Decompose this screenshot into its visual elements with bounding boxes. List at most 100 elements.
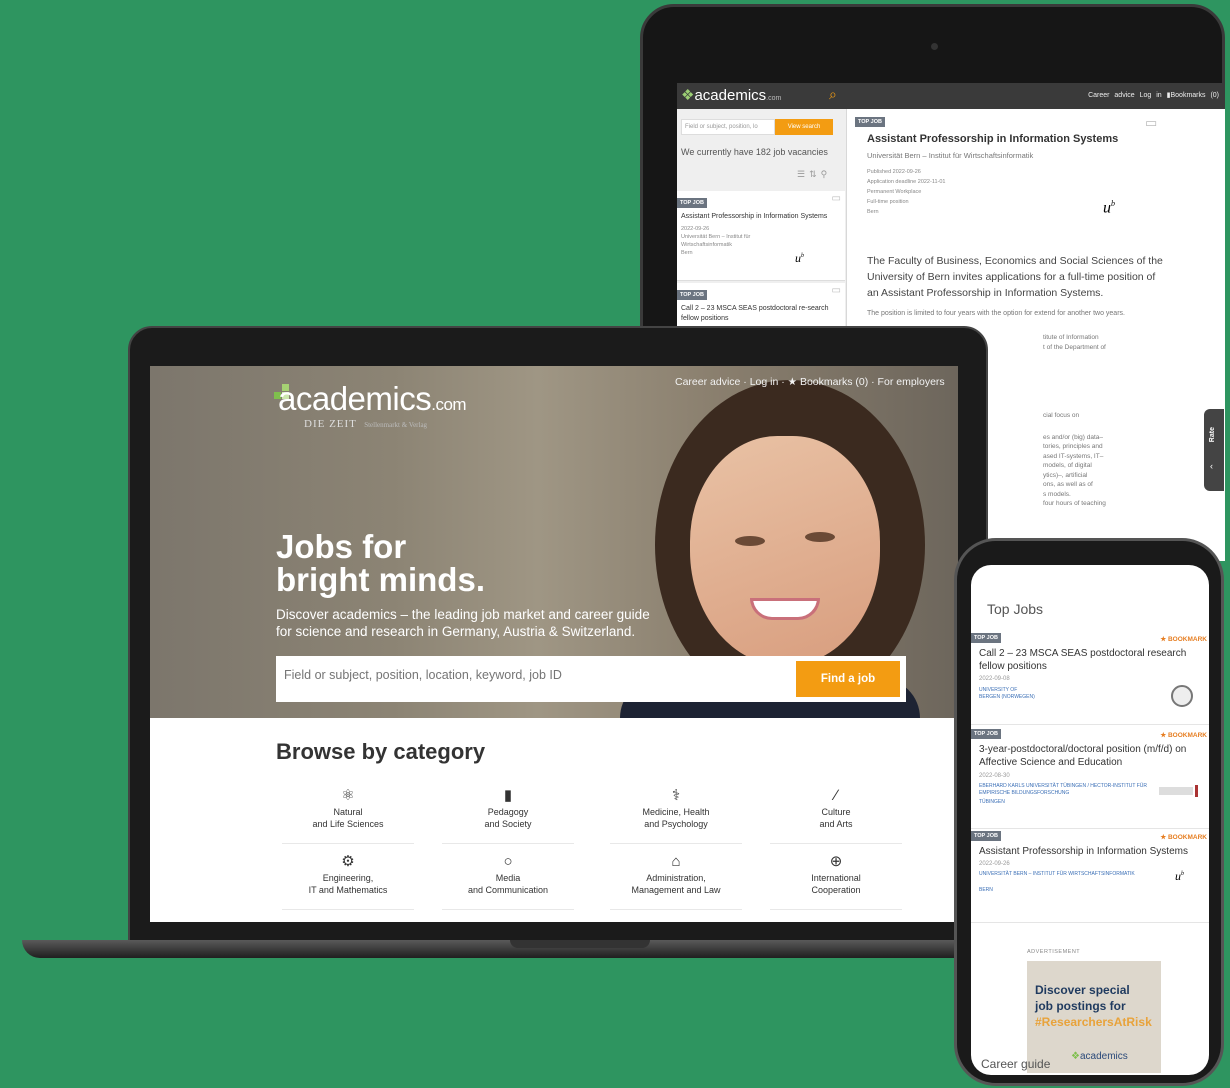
bookmark-icon[interactable]: ▭ (832, 285, 841, 296)
location: Bern (867, 209, 879, 215)
top-job-tag: TOP JOB (971, 729, 1001, 739)
rate-label: Rate (1209, 427, 1216, 443)
job-title: 3-year-postdoctoral/doctoral position (m… (979, 744, 1187, 768)
job-text-fragment: titute of Information t of the Departmen… (1043, 334, 1106, 351)
search-icon[interactable]: ⌕ (829, 86, 837, 103)
list-item[interactable]: TOP JOB ▭ Assistant Professorship in Inf… (677, 191, 845, 281)
hero-photo-face (690, 436, 880, 666)
phone-screen: Top Jobs TOP JOB ★ BOOKMARK Call 2 – 23 … (971, 565, 1209, 1075)
bookmark-icon[interactable]: ▭ (1145, 115, 1157, 131)
top-job-tag: TOP JOB (971, 633, 1001, 643)
brush-icon: ∕ (834, 787, 838, 804)
hero-photo-eye (805, 532, 835, 542)
category-medicine-health[interactable]: ⚕ Medicine, Health and Psychology (610, 786, 742, 844)
hero-banner: academics.com DIE ZEIT Stellenmarkt & Ve… (150, 366, 958, 718)
category-engineering-it[interactable]: ⚙ Engineering, IT and Mathematics (282, 852, 414, 910)
laptop-hinge-notch (510, 940, 650, 948)
bookmark-link[interactable]: ★ BOOKMARK (1160, 833, 1207, 841)
hero-photo-smile (750, 598, 820, 620)
university-logo: ub (1175, 869, 1184, 883)
category-pedagogy-society[interactable]: ▮ Pedagogy and Society (442, 786, 574, 844)
job-date: 2022-08-30 (979, 773, 1010, 779)
list-item[interactable]: TOP JOB ★ BOOKMARK Assistant Professorsh… (971, 829, 1209, 923)
site-logo[interactable]: academics.com (278, 380, 467, 418)
job-location: BERN (979, 887, 993, 893)
tablet-nav: Career advice Log in ▮Bookmarks (0) (1088, 91, 1219, 99)
job-organisation: UNIVERSITY OF BERGEN (NORWEGEN) (979, 687, 1035, 700)
category-natural-life-sciences[interactable]: ⚛ Natural and Life Sciences (282, 786, 414, 844)
institution-icon: ⌂ (671, 853, 681, 870)
view-search-button[interactable]: View search (775, 119, 833, 135)
published-date: Published 2022-09-26 (867, 169, 921, 175)
category-media-communication[interactable]: ○ Media and Communication (442, 852, 574, 910)
job-title: Call 2 – 23 MSCA SEAS postdoctoral resea… (979, 648, 1187, 672)
job-date: 2022-09-08 (979, 676, 1010, 682)
tablet-search-input[interactable]: Field or subject, position, lo (681, 119, 775, 135)
vacancy-count: We currently have 182 job vacancies (681, 147, 828, 157)
laptop-screen: academics.com DIE ZEIT Stellenmarkt & Ve… (150, 366, 958, 922)
job-date: 2022-09-26 (979, 861, 1010, 867)
find-job-button[interactable]: Find a job (796, 661, 900, 697)
sort-filter-icons[interactable]: ☰⇅⚲ (797, 169, 831, 180)
category-administration-law[interactable]: ⌂ Administration, Management and Law (610, 852, 742, 910)
top-job-tag: TOP JOB (677, 198, 707, 208)
hero-photo-eye (735, 536, 765, 546)
chevron-left-icon: ‹ (1210, 461, 1213, 471)
list-item-org: Universität Bern – Institut für Wirtscha… (681, 234, 751, 248)
job-location: TÜBINGEN (979, 799, 1005, 805)
rate-tab[interactable]: Rate ‹ (1204, 409, 1224, 491)
job-organisation: UNIVERSITÄT BERN – INSTITUT FÜR WIRTSCHA… (979, 871, 1135, 877)
top-job-tag: TOP JOB (855, 117, 885, 127)
top-job-tag: TOP JOB (677, 290, 707, 300)
ad-logo: ❖academics (1071, 1051, 1128, 1062)
top-job-tag: TOP JOB (971, 831, 1001, 841)
university-logo (1159, 787, 1193, 795)
nav-login[interactable]: Log in (1140, 92, 1162, 99)
laptop-device: academics.com DIE ZEIT Stellenmarkt & Ve… (22, 326, 1042, 958)
phone-device: Top Jobs TOP JOB ★ BOOKMARK Call 2 – 23 … (954, 538, 1224, 1086)
globe-icon: ⊕ (829, 853, 843, 870)
hero-subheadline: Discover academics – the leading job mar… (276, 607, 650, 639)
browse-heading: Browse by category (276, 739, 486, 764)
hero-headline: Jobs for bright minds. (276, 528, 485, 598)
list-item-location: Bern (681, 250, 693, 256)
workplace: Permanent Workplace (867, 189, 922, 195)
atom-icon: ⚛ (341, 787, 355, 804)
university-logo-mark (1195, 785, 1198, 797)
advertisement-label: ADVERTISEMENT (1027, 949, 1081, 955)
speech-bubble-icon: ○ (503, 853, 513, 870)
top-jobs-heading: Top Jobs (987, 601, 1044, 617)
tablet-logo[interactable]: ❖academics.com (681, 86, 781, 104)
application-deadline: Application deadline 2022-11-01 (867, 179, 946, 185)
list-item-date: 2022-09-26 (681, 226, 710, 232)
category-culture-arts[interactable]: ∕ Culture and Arts (770, 786, 902, 844)
zeit-logo: DIE ZEIT Stellenmarkt & Verlag (304, 418, 428, 430)
job-title: Assistant Professorship in Information S… (867, 133, 1119, 145)
career-guide-heading[interactable]: Career guide (981, 1057, 1050, 1071)
book-icon: ▮ (503, 787, 513, 804)
university-logo: ub (795, 251, 804, 265)
gear-icon: ⚙ (341, 853, 355, 870)
nav-bookmarks[interactable]: Bookmarks (0) (1170, 92, 1219, 99)
employment-type: Full-time position (867, 199, 909, 205)
job-institution: Universität Bern – Institut für Wirtscha… (867, 151, 1034, 160)
category-international-cooperation[interactable]: ⊕ International Cooperation (770, 852, 902, 910)
nav-career-advice[interactable]: Career advice (1088, 92, 1135, 99)
bookmark-link[interactable]: ★ BOOKMARK (1160, 731, 1207, 739)
job-organisation: EBERHARD KARLS UNIVERSITÄT TÜBINGEN / HE… (979, 783, 1147, 796)
university-seal-logo (1171, 685, 1193, 707)
university-logo: ub (1103, 199, 1115, 217)
bookmark-link[interactable]: ★ BOOKMARK (1160, 635, 1207, 643)
tablet-topbar: ❖academics.com ⌕ Career advice Log in ▮B… (677, 83, 1225, 109)
job-paragraph: The position is limited to four years wi… (867, 310, 1125, 317)
top-navigation[interactable]: Career advice · Log in · ★ Bookmarks (0)… (675, 376, 945, 388)
tablet-camera (931, 43, 938, 50)
job-facts: Published 2022-09-26 Application deadlin… (867, 167, 946, 217)
job-search-input[interactable] (284, 668, 764, 682)
list-item[interactable]: TOP JOB ★ BOOKMARK 3-year-postdoctoral/d… (971, 727, 1209, 829)
job-title: Assistant Professorship in Information S… (979, 846, 1188, 857)
job-lead-text: The Faculty of Business, Economics and S… (867, 255, 1163, 299)
dna-icon: ⚕ (671, 787, 681, 804)
list-item[interactable]: TOP JOB ★ BOOKMARK Call 2 – 23 MSCA SEAS… (971, 631, 1209, 725)
bookmark-icon[interactable]: ▭ (832, 193, 841, 204)
